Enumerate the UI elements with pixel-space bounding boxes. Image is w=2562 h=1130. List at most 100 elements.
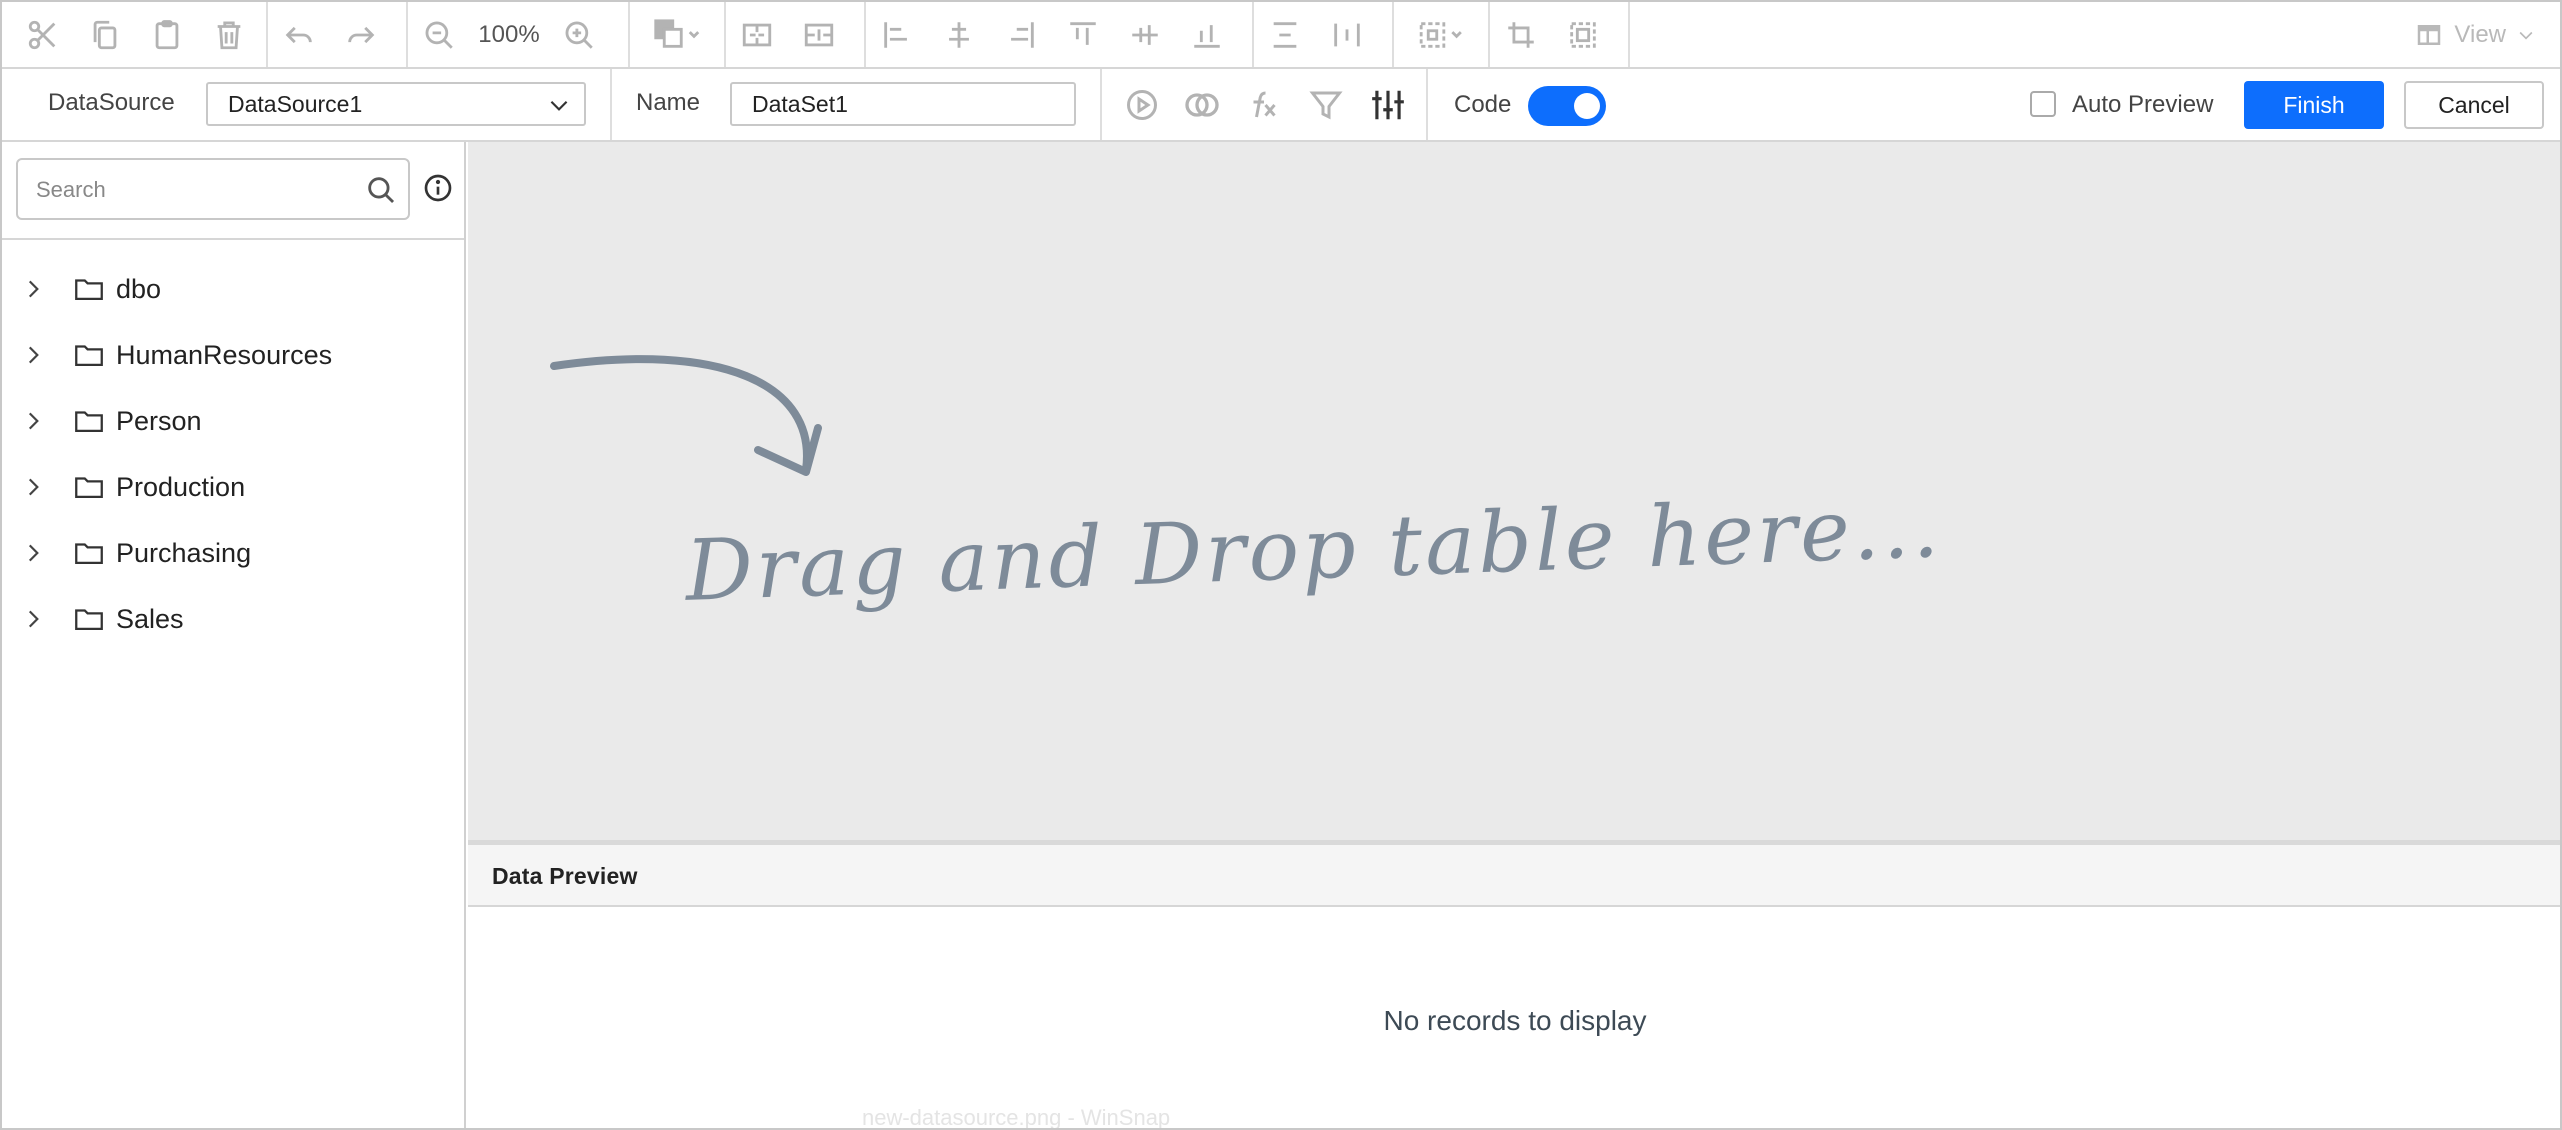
cancel-button[interactable]: Cancel bbox=[2404, 81, 2544, 129]
clipboard-icon bbox=[155, 19, 179, 49]
tree-item-label: Person bbox=[116, 406, 202, 436]
view-menu[interactable]: View bbox=[2414, 2, 2536, 67]
auto-preview-checkbox[interactable] bbox=[2030, 91, 2056, 117]
finish-button[interactable]: Finish bbox=[2244, 81, 2384, 129]
tree-item-schema[interactable]: Purchasing bbox=[2, 520, 464, 586]
filter-button[interactable] bbox=[1304, 83, 1348, 127]
vertical-spacing-button[interactable] bbox=[788, 2, 850, 67]
align-left-button[interactable] bbox=[866, 2, 928, 67]
code-toggle[interactable] bbox=[1528, 86, 1606, 126]
crop-icon bbox=[1508, 21, 1534, 48]
distribute-horizontal-button[interactable] bbox=[1316, 2, 1378, 67]
dataset-properties-bar: DataSource DataSource1 Name DataSet1 Cod… bbox=[2, 69, 2560, 142]
align-bottom-icon bbox=[1194, 24, 1220, 48]
auto-preview-label: Auto Preview bbox=[2072, 91, 2214, 118]
delete-button[interactable] bbox=[198, 2, 260, 67]
tree-item-label: dbo bbox=[116, 274, 162, 304]
select-box-icon bbox=[1419, 21, 1462, 48]
folder-icon bbox=[75, 279, 103, 301]
play-circle-icon bbox=[1127, 90, 1157, 120]
paste-button[interactable] bbox=[136, 2, 198, 67]
chevron-right-icon[interactable] bbox=[20, 606, 46, 632]
search-icon[interactable] bbox=[364, 173, 398, 207]
filter-icon bbox=[1309, 91, 1343, 120]
tree-item-schema[interactable]: Production bbox=[2, 454, 464, 520]
order-dropdown-button[interactable] bbox=[630, 2, 724, 67]
chevron-right-icon[interactable] bbox=[20, 474, 46, 500]
align-right-button[interactable] bbox=[990, 2, 1052, 67]
align-center-button[interactable] bbox=[928, 2, 990, 67]
history-group bbox=[268, 2, 408, 67]
separator bbox=[1426, 69, 1428, 140]
sliders-icon bbox=[1372, 90, 1404, 120]
chevron-right-icon[interactable] bbox=[20, 408, 46, 434]
toggle-knob bbox=[1574, 93, 1600, 119]
copy-icon bbox=[93, 20, 117, 49]
chevron-right-icon[interactable] bbox=[20, 342, 46, 368]
separator bbox=[1100, 69, 1102, 140]
dataset-name-field[interactable]: DataSet1 bbox=[730, 82, 1076, 126]
align-middle-button[interactable] bbox=[1114, 2, 1176, 67]
query-design-canvas[interactable]: Drag and Drop table here... bbox=[468, 142, 2560, 842]
align-bottom-button[interactable] bbox=[1176, 2, 1238, 67]
datasource-label: DataSource bbox=[48, 89, 175, 116]
trash-icon bbox=[217, 21, 241, 49]
tree-item-schema[interactable]: Person bbox=[2, 388, 464, 454]
zoom-in-icon bbox=[565, 21, 593, 49]
chevron-down-icon bbox=[550, 100, 568, 111]
chevron-right-icon[interactable] bbox=[20, 540, 46, 566]
tree-item-schema[interactable]: HumanResources bbox=[2, 322, 464, 388]
distribute-group bbox=[1254, 2, 1394, 67]
window-caption-ghost: new-datasource.png - WinSnap bbox=[862, 1105, 1171, 1130]
copy-button[interactable] bbox=[74, 2, 136, 67]
selection-dropdown-button[interactable] bbox=[1394, 2, 1488, 67]
folder-icon bbox=[75, 411, 103, 433]
function-icon bbox=[1253, 91, 1276, 118]
chevron-right-icon[interactable] bbox=[20, 276, 46, 302]
chevron-down-icon bbox=[2519, 31, 2533, 40]
data-preview-header: Data Preview bbox=[468, 845, 2560, 907]
designer-toolbar: 100% View bbox=[2, 2, 2560, 69]
panel-divider bbox=[2, 238, 464, 240]
undo-button[interactable] bbox=[268, 2, 330, 67]
schema-search-input[interactable] bbox=[34, 160, 358, 220]
zoom-out-icon bbox=[425, 21, 453, 49]
info-icon[interactable] bbox=[422, 172, 454, 204]
join-button[interactable] bbox=[1180, 83, 1224, 127]
distribute-vertical-button[interactable] bbox=[1254, 2, 1316, 67]
zoom-level[interactable]: 100% bbox=[470, 21, 548, 49]
align-right-icon bbox=[1011, 21, 1034, 48]
parameters-button[interactable] bbox=[1366, 83, 1410, 127]
datasource-dropdown[interactable]: DataSource1 bbox=[206, 82, 586, 126]
datasource-value: DataSource1 bbox=[228, 90, 363, 117]
expression-button[interactable] bbox=[1242, 83, 1286, 127]
folder-icon bbox=[75, 477, 103, 499]
separator bbox=[610, 69, 612, 140]
align-center-icon bbox=[949, 21, 969, 48]
layout-icon bbox=[2418, 24, 2441, 45]
horizontal-spacing-icon bbox=[742, 23, 772, 46]
select-all-button[interactable] bbox=[1552, 2, 1614, 67]
redo-button[interactable] bbox=[330, 2, 392, 67]
schema-search-box bbox=[16, 158, 410, 220]
run-query-button[interactable] bbox=[1120, 83, 1164, 127]
distribute-horizontal-icon bbox=[1334, 23, 1360, 46]
zoom-out-button[interactable] bbox=[408, 2, 470, 67]
spacing-group bbox=[726, 2, 866, 67]
clipboard-group bbox=[12, 2, 268, 67]
cut-button[interactable] bbox=[12, 2, 74, 67]
tree-item-schema[interactable]: Sales bbox=[2, 586, 464, 652]
fit-size-button[interactable] bbox=[1490, 2, 1552, 67]
redo-icon bbox=[348, 26, 375, 43]
tree-item-schema[interactable]: dbo bbox=[2, 256, 464, 322]
schema-panel: dbo HumanResources Person Production Pur bbox=[2, 142, 466, 1128]
horizontal-spacing-button[interactable] bbox=[726, 2, 788, 67]
folder-icon bbox=[75, 345, 103, 367]
zoom-in-button[interactable] bbox=[548, 2, 610, 67]
tree-item-label: Sales bbox=[116, 604, 184, 634]
size-group bbox=[1490, 2, 1630, 67]
arrow-head bbox=[754, 424, 822, 476]
zoom-group: 100% bbox=[408, 2, 630, 67]
drop-hint-text: Drag and Drop table here... bbox=[682, 478, 1944, 620]
align-top-button[interactable] bbox=[1052, 2, 1114, 67]
